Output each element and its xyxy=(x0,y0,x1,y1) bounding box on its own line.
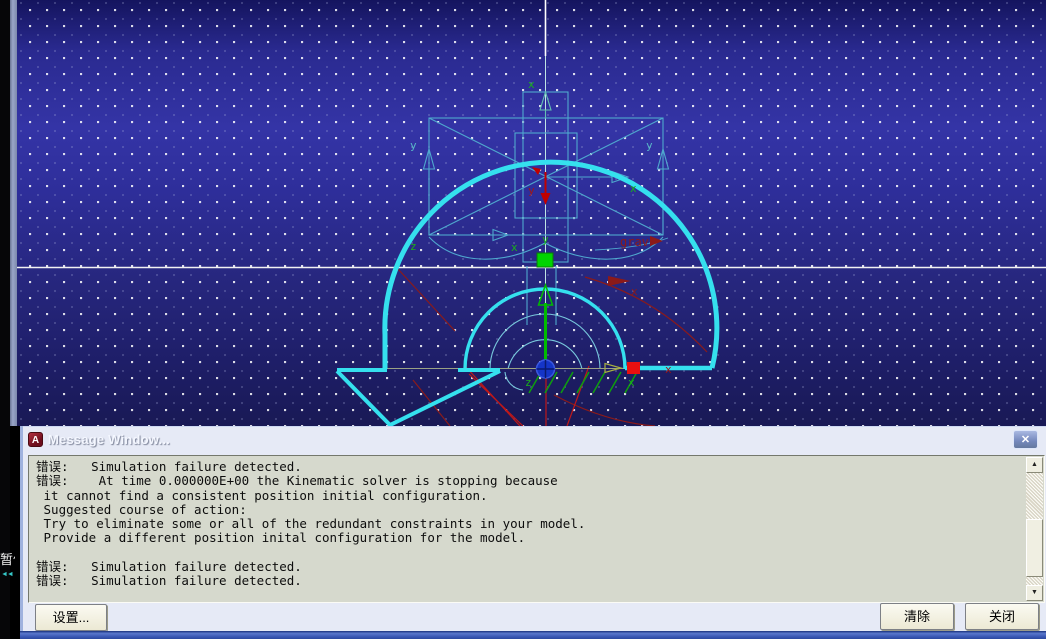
axis-labels: x y y x y z x y grav x z x x xyxy=(410,78,672,389)
axis-label: y xyxy=(542,233,549,246)
scroll-up-icon[interactable]: ▲ xyxy=(1026,457,1043,473)
axis-label: x xyxy=(630,182,637,195)
message-line: 错误: Simulation failure detected. xyxy=(36,560,1022,574)
axis-label: x xyxy=(511,241,518,254)
axis-label: z xyxy=(525,376,532,389)
joint-marker-red-square xyxy=(627,362,640,374)
message-text-area[interactable]: 错误: Simulation failure detected. 错误: At … xyxy=(28,455,1045,603)
joint-marker-square xyxy=(537,253,553,267)
red-force-lines xyxy=(465,366,589,426)
axis-label: z xyxy=(410,240,417,253)
axis-label: x xyxy=(631,285,638,298)
gravity-marker xyxy=(532,167,663,374)
cam-mechanism-wireframe: x y y x y z x y grav x z x x xyxy=(0,0,1046,426)
axis-label: x xyxy=(528,78,535,91)
message-line: Try to eliminate some or all of the redu… xyxy=(36,517,1022,531)
axis-label: y xyxy=(646,139,653,152)
axis-label: y xyxy=(528,184,535,197)
axis-label: x xyxy=(665,363,672,376)
gravity-label: grav xyxy=(620,235,649,249)
axis-label: y xyxy=(410,139,417,152)
message-line: Suggested course of action: xyxy=(36,503,1022,517)
dialog-bottom-border xyxy=(20,631,1046,639)
settings-button[interactable]: 设置... xyxy=(35,604,107,631)
message-lines: 错误: Simulation failure detected. 错误: At … xyxy=(36,460,1022,600)
adams-application-window: 暂停 ◄◄ xyxy=(0,0,1046,639)
close-icon[interactable]: ✕ xyxy=(1013,430,1038,449)
message-window-dialog: A Message Window... ✕ 错误: Simulation fai… xyxy=(20,426,1046,639)
rewind-icon[interactable]: ◄◄ xyxy=(1,571,13,578)
message-line: it cannot find a consistent position ini… xyxy=(36,489,1022,503)
dialog-title: Message Window... xyxy=(48,432,170,447)
clear-button[interactable]: 清除 xyxy=(880,603,954,630)
close-button[interactable]: 关闭 xyxy=(965,603,1039,630)
axis-label: x xyxy=(628,376,635,389)
message-line: 错误: Simulation failure detected. xyxy=(36,574,1022,588)
revolute-joint xyxy=(537,360,555,378)
vertical-scrollbar[interactable]: ▲ ▼ xyxy=(1026,457,1043,601)
pause-button[interactable]: 暂停 xyxy=(0,550,15,570)
message-line xyxy=(36,546,1022,560)
scrollbar-thumb[interactable] xyxy=(1026,519,1043,577)
message-line: Provide a different position inital conf… xyxy=(36,531,1022,545)
force-arrow-icon xyxy=(608,276,631,286)
red-construction-lines xyxy=(398,269,707,426)
dialog-titlebar[interactable]: A Message Window... ✕ xyxy=(23,426,1046,452)
adams-app-icon: A xyxy=(28,432,43,447)
message-line: 错误: At time 0.000000E+00 the Kinematic s… xyxy=(36,474,1022,488)
scroll-down-icon[interactable]: ▼ xyxy=(1026,585,1043,601)
message-line: 错误: Simulation failure detected. xyxy=(36,460,1022,474)
